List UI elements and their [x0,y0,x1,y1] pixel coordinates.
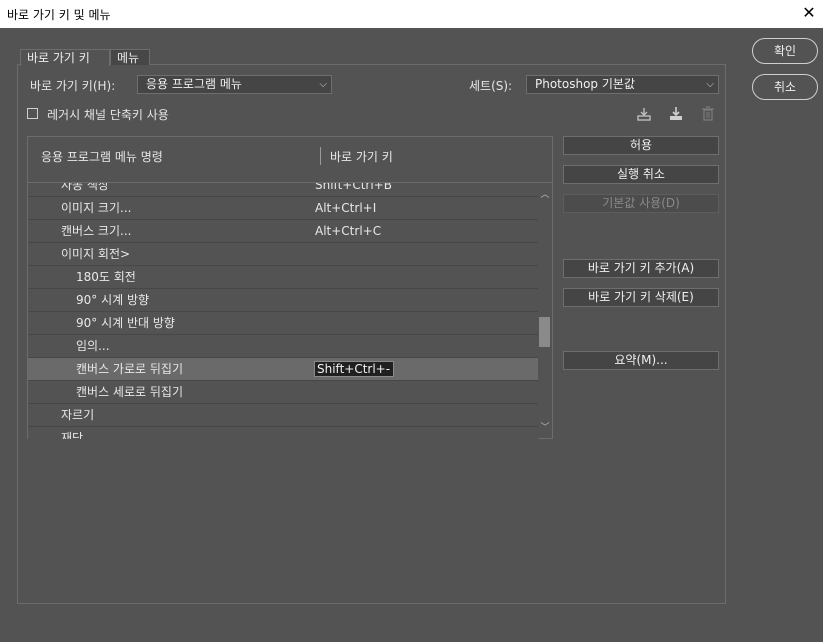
chevron-down-icon: ⌵ [706,79,714,90]
shortcut-value: Alt+Ctrl+I [315,201,377,215]
shortcut-value: Alt+Ctrl+C [315,224,382,238]
close-icon[interactable]: ✕ [799,3,819,23]
delete-set-icon[interactable] [699,106,717,124]
column-shortcut-header: 바로 가기 키 [330,150,393,164]
list-item-selected[interactable]: 캔버스 가로로 뒤집기 Shift+Ctrl+- [28,358,538,381]
undo-button[interactable]: 실행 취소 [563,165,719,184]
scroll-up-icon[interactable]: ︿ [538,188,552,202]
save-set-as-icon[interactable] [667,106,685,124]
set-label: 세트(S): [469,79,513,93]
ok-button[interactable]: 확인 [752,38,818,64]
list-item[interactable]: 캔버스 크기... Alt+Ctrl+C [28,220,538,243]
command-label: 임의... [76,339,110,353]
command-label: 재단 [61,431,84,439]
summarize-button[interactable]: 요약(M)... [563,351,719,370]
table-header: 응용 프로그램 메뉴 명령 바로 가기 키 [27,136,553,183]
command-label: 캔버스 크기... [61,224,132,238]
set-select[interactable]: Photoshop 기본값 ⌵ [526,75,719,94]
shortcut-value: Shift+Ctrl+B [315,183,392,192]
command-label: 캔버스 세로로 뒤집기 [76,385,183,399]
cancel-button[interactable]: 취소 [752,74,818,100]
title-bar: 바로 가기 키 및 메뉴 ✕ [0,0,823,28]
list-item[interactable]: 90° 시계 방향 [28,289,538,312]
list-item[interactable]: 재단 [28,427,538,439]
tab-shortcuts[interactable]: 바로 가기 키 [20,49,110,66]
tab-menus[interactable]: 메뉴 [110,49,150,65]
command-label: 이미지 회전> [61,247,131,261]
scroll-thumb[interactable] [539,317,550,347]
command-label: 이미지 크기... [61,201,132,215]
set-value: Photoshop 기본값 [535,77,635,91]
list-item[interactable]: 자동 색상 Shift+Ctrl+B [28,183,538,197]
save-set-icon[interactable] [635,106,653,124]
use-default-button[interactable]: 기본값 사용(D) [563,194,719,213]
list-item[interactable]: 자르기 [28,404,538,427]
column-separator [320,147,321,165]
accept-button[interactable]: 허용 [563,136,719,155]
chevron-down-icon: ⌵ [319,79,327,90]
list-item[interactable]: 90° 시계 반대 방향 [28,312,538,335]
list-scrollbar[interactable]: ︿ ﹀ [538,183,553,439]
scroll-down-icon[interactable]: ﹀ [538,421,552,435]
list-item[interactable]: 캔버스 세로로 뒤집기 [28,381,538,404]
legacy-channel-label: 레거시 채널 단축키 사용 [47,108,169,122]
list-item[interactable]: 이미지 회전> [28,243,538,266]
command-label: 캔버스 가로로 뒤집기 [76,362,183,376]
list-item[interactable]: 180도 회전 [28,266,538,289]
legacy-channel-checkbox[interactable] [27,108,38,119]
command-label: 90° 시계 방향 [76,293,150,307]
command-label: 180도 회전 [76,270,136,284]
column-command-header: 응용 프로그램 메뉴 명령 [41,150,163,164]
list-item[interactable]: 임의... [28,335,538,358]
command-label: 자동 색상 [61,183,109,192]
shortcuts-for-select[interactable]: 응용 프로그램 메뉴 ⌵ [137,75,332,94]
list-item[interactable]: 이미지 크기... Alt+Ctrl+I [28,197,538,220]
window-title: 바로 가기 키 및 메뉴 [7,8,111,22]
command-label: 90° 시계 반대 방향 [76,316,175,330]
shortcut-input[interactable]: Shift+Ctrl+- [314,361,394,377]
add-shortcut-button[interactable]: 바로 가기 키 추가(A) [563,259,719,278]
shortcuts-for-label: 바로 가기 키(H): [30,79,116,93]
command-list: 자동 색상 Shift+Ctrl+B 이미지 크기... Alt+Ctrl+I … [27,183,538,439]
shortcuts-for-value: 응용 프로그램 메뉴 [146,77,242,91]
command-label: 자르기 [61,408,95,422]
delete-shortcut-button[interactable]: 바로 가기 키 삭제(E) [563,288,719,307]
